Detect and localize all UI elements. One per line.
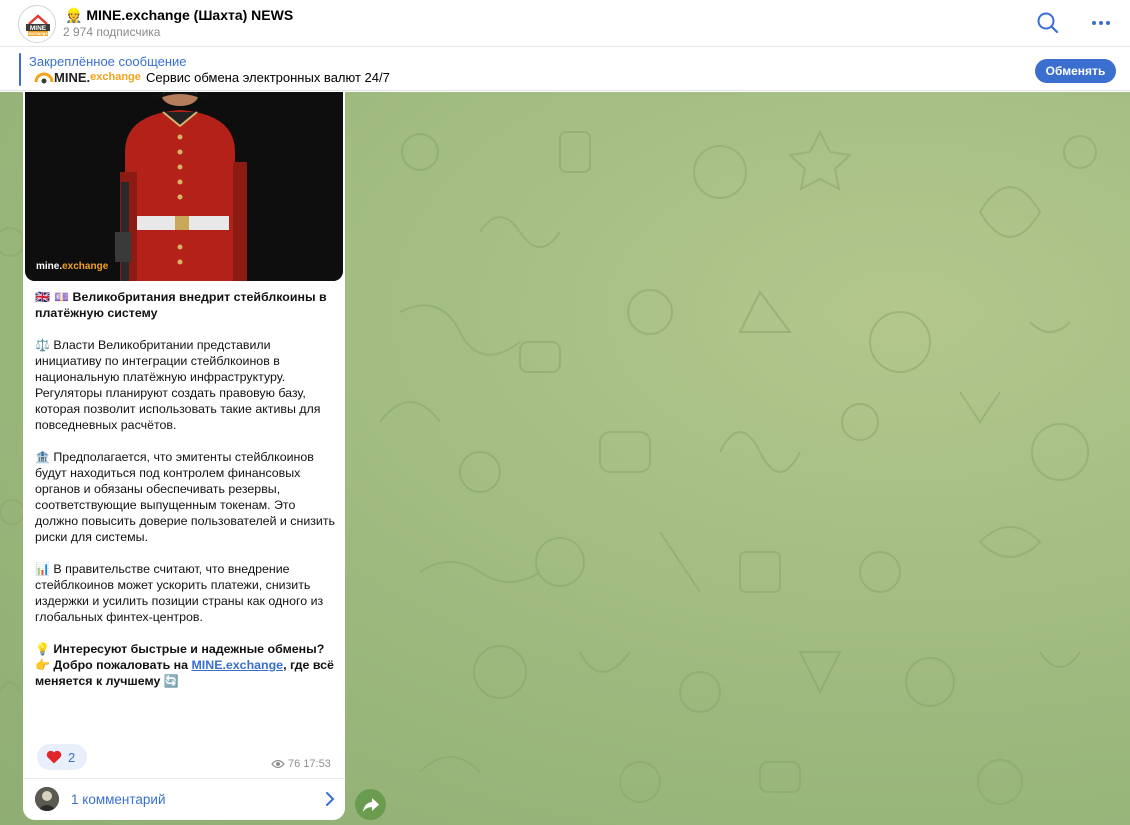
scales-emoji: ⚖️: [35, 338, 50, 352]
post-paragraph: 📊 В правительстве считают, что внедрение…: [35, 561, 335, 625]
headline-text: Великобритания внедрит стейблкоины в пла…: [35, 290, 327, 320]
paragraph-text: Предполагается, что эмитенты стейблкоино…: [35, 450, 335, 544]
channel-title[interactable]: 👷 MINE.exchange (Шахта) NEWS: [65, 7, 293, 24]
pinned-logo-accent: exchange: [90, 71, 141, 83]
chevron-right-icon: [326, 792, 335, 806]
more-icon[interactable]: [1088, 10, 1114, 36]
flag-emoji: 🇬🇧 💷: [35, 290, 70, 304]
post-time: 17:53: [303, 758, 331, 770]
paragraph-text: В правительстве считают, что внедрение с…: [35, 562, 324, 624]
svg-text:exchange: exchange: [28, 31, 48, 36]
pinned-indicator: [19, 53, 21, 86]
post-headline: 🇬🇧 💷 Великобритания внедрит стейблкоины …: [35, 289, 335, 321]
pinned-label: Закреплённое сообщение: [29, 54, 187, 69]
heart-icon: [46, 750, 62, 764]
comments-label: 1 комментарий: [71, 792, 166, 807]
mine-logo-icon: MINE exchange: [19, 6, 55, 42]
heart-reaction[interactable]: 2: [37, 744, 87, 770]
forward-button[interactable]: [355, 789, 386, 820]
view-count: 76: [288, 758, 301, 770]
post-meta: 76 17:53: [271, 758, 331, 770]
pinned-logo-main: MINE.: [54, 69, 91, 85]
post-image[interactable]: mine.exchange: [25, 92, 343, 281]
pinned-message[interactable]: Закреплённое сообщение MINE. exchange Сер…: [0, 48, 1130, 91]
cta-welcome: Добро пожаловать на: [53, 658, 189, 672]
commenter-avatar: [35, 787, 59, 811]
pointing-hand-emoji: 👉: [35, 658, 50, 672]
forward-arrow-icon: [362, 797, 379, 812]
bulb-emoji: 💡: [35, 642, 50, 656]
exchange-button[interactable]: Обменять: [1035, 59, 1116, 83]
pinned-logo: MINE. exchange: [34, 69, 141, 85]
watermark-accent: exchange: [62, 261, 109, 272]
comments-button[interactable]: 1 комментарий: [23, 779, 345, 820]
mine-logo-icon: [34, 72, 54, 84]
reaction-count: 2: [68, 749, 76, 765]
bank-emoji: 🏦: [35, 450, 50, 464]
cta-question: Интересуют быстрые и надежные обмены?: [53, 642, 325, 656]
pinned-text: Сервис обмена электронных валют 24/7: [146, 70, 390, 85]
post-paragraph: ⚖️ Власти Великобритании представили ини…: [35, 337, 335, 433]
site-link[interactable]: MINE.exchange: [191, 658, 283, 672]
search-icon[interactable]: [1035, 10, 1061, 36]
cycle-emoji: 🔄: [163, 674, 179, 688]
watermark-main: mine.: [36, 261, 63, 272]
image-watermark: mine.exchange: [36, 261, 108, 272]
channel-avatar[interactable]: MINE exchange: [18, 5, 56, 43]
post-paragraph: 🏦 Предполагается, что эмитенты стейблкои…: [35, 449, 335, 545]
subscriber-count: 2 974 подписчика: [63, 25, 161, 39]
guardsman-illustration: [25, 92, 343, 281]
channel-post[interactable]: mine.exchange 🇬🇧 💷 Великобритания внедри…: [23, 92, 345, 820]
paragraph-text: Власти Великобритании представили инициа…: [35, 338, 321, 432]
eye-icon: [271, 759, 285, 769]
chat-area[interactable]: mine.exchange 🇬🇧 💷 Великобритания внедри…: [0, 92, 1130, 825]
chart-emoji: 📊: [35, 562, 50, 576]
post-text: 🇬🇧 💷 Великобритания внедрит стейблкоины …: [35, 289, 335, 705]
post-cta: 💡 Интересуют быстрые и надежные обмены? …: [35, 641, 335, 689]
chat-header: MINE exchange 👷 MINE.exchange (Шахта) NE…: [0, 0, 1130, 47]
